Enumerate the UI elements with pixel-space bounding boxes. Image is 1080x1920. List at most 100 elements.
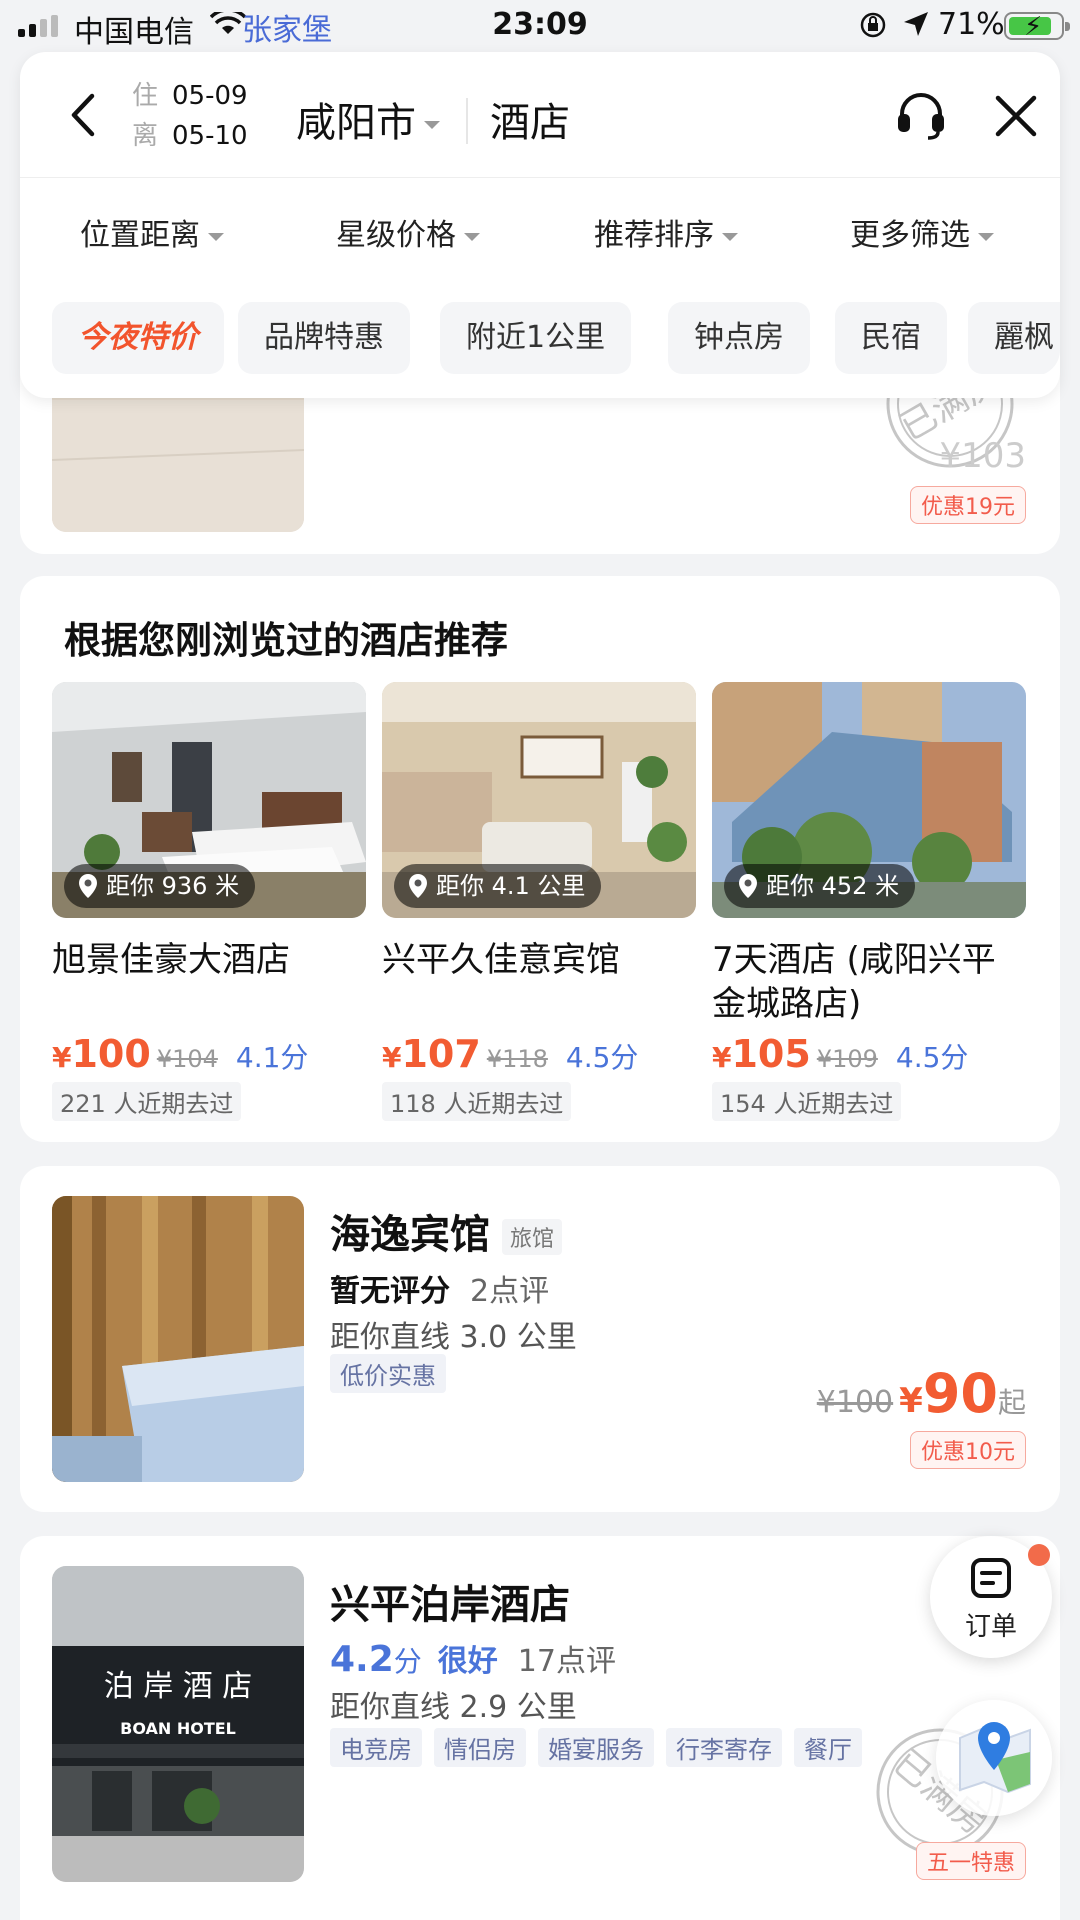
discount-badge: 优惠10元 bbox=[910, 1431, 1026, 1469]
chip-hourly-room[interactable]: 钟点房 bbox=[668, 302, 810, 374]
rating-row: 4.2分 很好 17点评 bbox=[330, 1639, 616, 1680]
feature-tag: 低价实惠 bbox=[330, 1354, 446, 1393]
distance-badge: 距你 452 米 bbox=[724, 864, 916, 908]
price-box: ¥100 ¥90起 优惠10元 bbox=[817, 1362, 1026, 1469]
search-header: 住 05-09 离 05-10 咸阳市 酒店 位置距离 星级价格 推荐排序 更多筛选… bbox=[20, 52, 1060, 398]
distance-badge: 距你 936 米 bbox=[64, 864, 256, 908]
distance-text: 距你直线 2.9 公里 bbox=[330, 1690, 577, 1725]
distance-text: 距你直线 3.0 公里 bbox=[330, 1320, 577, 1355]
section-title: 根据您刚浏览过的酒店推荐 bbox=[64, 619, 508, 662]
filter-sort[interactable]: 推荐排序 bbox=[594, 210, 738, 254]
price: 105 bbox=[731, 1032, 811, 1076]
notification-dot bbox=[1028, 1544, 1050, 1566]
chip-nearby-1km[interactable]: 附近1公里 bbox=[440, 302, 632, 374]
hotel-name: 7天酒店 (咸阳兴平金城路店) bbox=[712, 940, 996, 1024]
chevron-down-icon bbox=[722, 232, 738, 241]
location-pin-icon bbox=[739, 874, 757, 898]
recent-visits: 221 人近期去过 bbox=[52, 1082, 242, 1121]
date-range[interactable]: 住 05-09 离 05-10 bbox=[132, 76, 248, 156]
price: 107 bbox=[401, 1032, 481, 1076]
hotel-name: 兴平泊岸酒店 bbox=[330, 1582, 570, 1628]
original-price: ¥118 bbox=[486, 1045, 548, 1073]
rotation-lock-icon bbox=[860, 12, 886, 38]
search-bar: 住 05-09 离 05-10 咸阳市 酒店 bbox=[20, 52, 1060, 178]
chevron-down-icon bbox=[978, 232, 994, 241]
close-icon[interactable] bbox=[992, 92, 1040, 140]
battery-percent: 71% bbox=[938, 7, 1005, 42]
hotel-list-item[interactable]: 海逸宾馆 旅馆 暂无评分 2点评 距你直线 3.0 公里 低价实惠 ¥100 ¥90起… bbox=[20, 1166, 1060, 1512]
filter-star-price[interactable]: 星级价格 bbox=[336, 210, 480, 254]
filter-location[interactable]: 位置距离 bbox=[80, 210, 224, 254]
chevron-down-icon bbox=[424, 121, 440, 129]
recommended-hotel-card[interactable]: 距你 936 米 旭景佳豪大酒店 ¥100 ¥104 4.1分 221 人近期去过 bbox=[52, 682, 366, 1121]
battery-icon: ⚡ bbox=[1004, 12, 1070, 42]
filter-more[interactable]: 更多筛选 bbox=[850, 210, 994, 254]
checkin-date: 05-09 bbox=[172, 81, 248, 111]
discount-badge: 优惠19元 bbox=[910, 486, 1026, 524]
rating-row: 暂无评分 2点评 bbox=[330, 1266, 549, 1310]
feature-tag: 餐厅 bbox=[794, 1728, 862, 1767]
map-icon bbox=[959, 1722, 1031, 1794]
price-text: ¥103 bbox=[939, 436, 1026, 476]
city-selector[interactable]: 咸阳市 bbox=[296, 90, 440, 148]
back-icon[interactable] bbox=[60, 90, 110, 140]
hotel-list-item[interactable]: 泊 岸 酒 店 BOAN HOTEL 兴平泊岸酒店 4.2分 很好 17点评 距你直… bbox=[20, 1536, 1060, 1920]
location-pin-icon bbox=[409, 874, 427, 898]
distance-badge: 距你 4.1 公里 bbox=[394, 864, 602, 908]
chevron-down-icon bbox=[464, 232, 480, 241]
feature-tag: 婚宴服务 bbox=[538, 1728, 654, 1767]
feature-tag: 行李寄存 bbox=[666, 1728, 782, 1767]
chip-brand-lifeng[interactable]: 麗枫 bbox=[968, 302, 1060, 374]
recommended-hotel-card[interactable]: 距你 452 米 7天酒店 (咸阳兴平金城路店) ¥105 ¥109 4.5分 15… bbox=[712, 682, 1026, 1121]
hotel-photo bbox=[52, 1196, 304, 1482]
hotel-score: 4.5分 bbox=[895, 1041, 969, 1074]
orders-button[interactable]: 订单 bbox=[930, 1536, 1052, 1658]
price-row: ¥100 ¥104 4.1分 bbox=[52, 1032, 309, 1076]
hotel-name: 旭景佳豪大酒店 bbox=[52, 940, 290, 980]
status-bar: 中国电信 张家堡 23:09 71% ⚡ bbox=[0, 0, 1080, 52]
price-row: ¥107 ¥118 4.5分 bbox=[382, 1032, 639, 1076]
city-name: 咸阳市 bbox=[296, 100, 416, 146]
checkin-label: 住 bbox=[132, 81, 159, 111]
tag-list: 电竞房 情侣房 婚宴服务 行李寄存 餐厅 bbox=[330, 1728, 874, 1767]
chip-homestay[interactable]: 民宿 bbox=[835, 302, 947, 374]
price: 90 bbox=[922, 1362, 998, 1425]
chip-brand-deal[interactable]: 品牌特惠 bbox=[238, 302, 410, 374]
chip-tonight-deal[interactable]: 今夜特价 bbox=[52, 302, 224, 374]
recommendation-section: 根据您刚浏览过的酒店推荐 距你 936 米 旭景佳豪大酒店 ¥100 ¥104 … bbox=[20, 576, 1060, 1142]
promo-badge: 五一特惠 bbox=[915, 1842, 1026, 1880]
no-rating-text: 暂无评分 bbox=[330, 1274, 450, 1309]
review-count: 17点评 bbox=[517, 1644, 616, 1679]
map-button[interactable] bbox=[936, 1700, 1052, 1816]
quick-filter-chips: 今夜特价 品牌特惠 附近1公里 钟点房 民宿 麗枫 bbox=[20, 302, 1060, 376]
original-price: ¥109 bbox=[816, 1045, 878, 1073]
recommended-hotel-card[interactable]: 距你 4.1 公里 兴平久佳意宾馆 ¥107 ¥118 4.5分 118 人近期去过 bbox=[382, 682, 696, 1121]
hotel-name: 海逸宾馆 旅馆 bbox=[330, 1202, 563, 1260]
hotel-photo: 距你 452 米 bbox=[712, 682, 1026, 918]
hotel-score: 4.5分 bbox=[565, 1041, 639, 1074]
review-count: 2点评 bbox=[470, 1274, 550, 1309]
filter-bar: 位置距离 星级价格 推荐排序 更多筛选 bbox=[20, 178, 1060, 282]
location-arrow-icon bbox=[904, 12, 928, 36]
recent-visits: 118 人近期去过 bbox=[382, 1082, 572, 1121]
feature-tag: 情侣房 bbox=[434, 1728, 526, 1767]
price: 100 bbox=[71, 1032, 151, 1076]
checkout-label: 离 bbox=[132, 121, 159, 151]
hotel-photo: 泊 岸 酒 店 BOAN HOTEL bbox=[52, 1566, 304, 1882]
hotel-photo: 距你 936 米 bbox=[52, 682, 366, 918]
original-price: ¥100 bbox=[816, 1385, 894, 1420]
hotel-photo: 距你 4.1 公里 bbox=[382, 682, 696, 918]
divider bbox=[466, 98, 468, 144]
chevron-down-icon bbox=[208, 232, 224, 241]
orders-icon bbox=[971, 1558, 1011, 1598]
location-pin-icon bbox=[79, 874, 97, 898]
svg-text:BOAN HOTEL: BOAN HOTEL bbox=[120, 1719, 236, 1738]
checkout-date: 05-10 bbox=[172, 121, 248, 151]
customer-service-icon[interactable] bbox=[894, 88, 948, 142]
search-keyword[interactable]: 酒店 bbox=[490, 90, 570, 148]
feature-tag: 电竞房 bbox=[330, 1728, 422, 1767]
svg-text:泊 岸 酒 店: 泊 岸 酒 店 bbox=[104, 1669, 253, 1704]
score-level: 很好 bbox=[437, 1644, 498, 1679]
hotel-score: 4.1分 bbox=[235, 1041, 309, 1074]
recent-visits: 154 人近期去过 bbox=[712, 1082, 902, 1121]
